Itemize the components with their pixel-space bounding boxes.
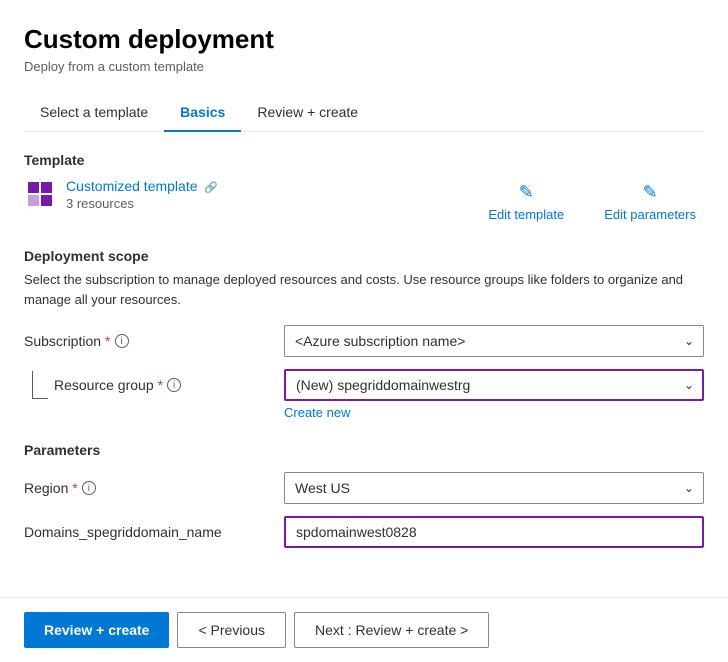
edit-template-button[interactable]: ✎ Edit template — [480, 178, 572, 226]
domain-label-text: Domains_spegriddomain_name — [24, 524, 222, 540]
template-info: Customized template 🔗 3 resources — [66, 178, 218, 211]
grid-cell-2 — [41, 182, 52, 193]
rg-bracket — [32, 371, 48, 399]
review-create-button[interactable]: Review + create — [24, 612, 169, 648]
pencil-icon-template: ✎ — [519, 182, 534, 203]
subscription-required: * — [105, 333, 110, 349]
edit-parameters-label: Edit parameters — [604, 207, 696, 222]
edit-template-label: Edit template — [488, 207, 564, 222]
previous-button[interactable]: < Previous — [177, 612, 286, 648]
region-label-text: Region — [24, 480, 68, 496]
domain-control — [284, 516, 704, 548]
rg-info-icon[interactable]: i — [167, 378, 181, 392]
subscription-info-icon[interactable]: i — [115, 334, 129, 348]
grid-cell-4 — [41, 195, 52, 206]
subscription-label-text: Subscription — [24, 333, 101, 349]
next-button[interactable]: Next : Review + create > — [294, 612, 489, 648]
parameters-section-title: Parameters — [24, 442, 704, 458]
rg-required: * — [158, 377, 163, 393]
region-row: Region * i West US ⌄ — [24, 472, 704, 504]
grid-cell-3 — [28, 195, 39, 206]
tab-select-template[interactable]: Select a template — [24, 94, 164, 132]
subscription-select-wrapper: <Azure subscription name> ⌄ — [284, 325, 704, 357]
template-name: Customized template — [66, 178, 198, 194]
tab-basics[interactable]: Basics — [164, 94, 241, 132]
deployment-scope-title: Deployment scope — [24, 248, 704, 264]
rg-control: (New) spegriddomainwestrg ⌄ — [284, 369, 704, 401]
external-link-icon: 🔗 — [204, 182, 218, 194]
subscription-control: <Azure subscription name> ⌄ — [284, 325, 704, 357]
create-new-link[interactable]: Create new — [284, 405, 704, 420]
template-actions: ✎ Edit template ✎ Edit parameters — [480, 178, 704, 226]
subscription-select[interactable]: <Azure subscription name> — [284, 325, 704, 357]
region-info-icon[interactable]: i — [82, 481, 96, 495]
pencil-icon-params: ✎ — [643, 182, 658, 203]
region-label: Region * i — [24, 480, 284, 496]
template-section-title: Template — [24, 152, 704, 168]
scope-description: Select the subscription to manage deploy… — [24, 270, 704, 309]
region-control: West US ⌄ — [284, 472, 704, 504]
template-resources: 3 resources — [66, 196, 218, 211]
resource-group-label-text: Resource group — [54, 377, 154, 393]
subscription-row: Subscription * i <Azure subscription nam… — [24, 325, 704, 357]
subscription-label: Subscription * i — [24, 333, 284, 349]
region-required: * — [72, 480, 77, 496]
region-select[interactable]: West US — [284, 472, 704, 504]
template-name-link[interactable]: Customized template 🔗 — [66, 178, 218, 194]
resource-group-row: Resource group * i (New) spegriddomainwe… — [24, 369, 704, 401]
template-left: Customized template 🔗 3 resources — [24, 178, 218, 211]
tabs-nav: Select a template Basics Review + create — [24, 94, 704, 132]
resource-group-select[interactable]: (New) spegriddomainwestrg — [284, 369, 704, 401]
resource-group-label: Resource group * i — [54, 377, 284, 393]
region-select-wrapper: West US ⌄ — [284, 472, 704, 504]
template-row: Customized template 🔗 3 resources ✎ Edit… — [24, 178, 704, 226]
domain-row: Domains_spegriddomain_name — [24, 516, 704, 548]
page-subtitle: Deploy from a custom template — [24, 59, 704, 74]
edit-parameters-button[interactable]: ✎ Edit parameters — [596, 178, 704, 226]
domain-input[interactable] — [284, 516, 704, 548]
page-title: Custom deployment — [24, 24, 704, 55]
rg-select-wrapper: (New) spegriddomainwestrg ⌄ — [284, 369, 704, 401]
rg-indent — [24, 371, 54, 399]
template-icon — [24, 178, 56, 210]
domain-label: Domains_spegriddomain_name — [24, 524, 284, 540]
footer: Review + create < Previous Next : Review… — [0, 597, 728, 662]
tab-review-create[interactable]: Review + create — [241, 94, 374, 132]
grid-cell-1 — [28, 182, 39, 193]
template-grid-icon — [28, 182, 52, 206]
